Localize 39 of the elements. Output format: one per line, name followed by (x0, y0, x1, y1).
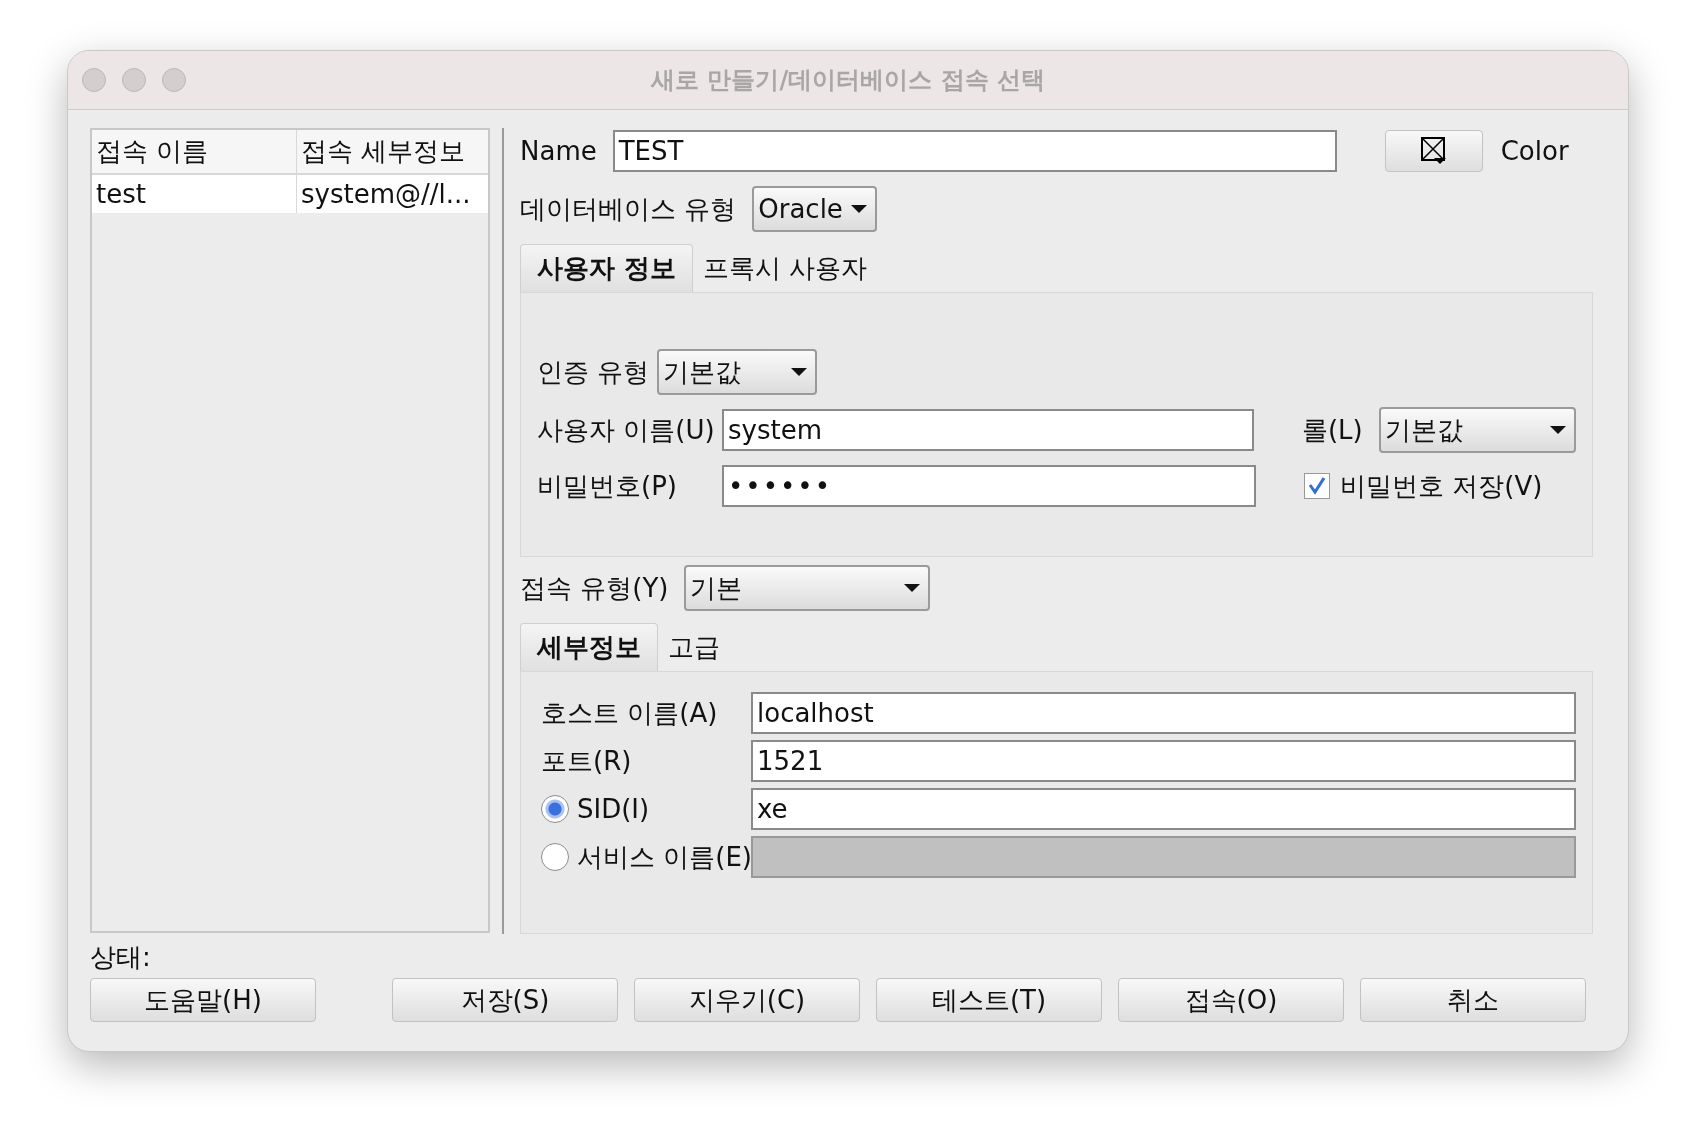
connection-type-dropdown[interactable]: 기본 (684, 565, 931, 612)
role-dropdown[interactable]: 기본값 (1378, 407, 1576, 454)
color-label: Color (1500, 136, 1569, 167)
password-label: 비밀번호(P) (537, 469, 678, 503)
tab[interactable]: 사용자 정보 (520, 244, 694, 293)
database-type-label: 데이터베이스 유형 (520, 192, 737, 226)
username-field[interactable]: system (722, 409, 1254, 452)
dialog-button[interactable]: 접속(O) (1118, 978, 1344, 1022)
table-cell[interactable]: test (92, 175, 297, 213)
dialog-button[interactable]: 테스트(T) (876, 978, 1102, 1022)
username-label: 사용자 이름(U) (537, 413, 716, 447)
tab[interactable]: 고급 (658, 623, 730, 672)
column-header[interactable]: 접속 세부정보 (297, 130, 488, 173)
status-label: 상태: (90, 941, 152, 974)
role-label: 롤(L) (1301, 413, 1363, 447)
name-label: Name (520, 136, 597, 167)
password-field[interactable]: •••••• (722, 465, 1256, 508)
table-cell[interactable]: system@//l... (297, 175, 488, 213)
hostname-label: 호스트 이름(A) (541, 696, 719, 730)
auth-type-dropdown[interactable]: 기본값 (657, 349, 817, 396)
radio-label: SID(I) (577, 794, 650, 825)
hostname-field[interactable]: localhost (751, 692, 1576, 735)
dialog-button[interactable]: 지우기(C) (634, 978, 860, 1022)
tab[interactable]: 프록시 사용자 (693, 244, 878, 293)
window-title: 새로 만들기/데이터베이스 접속 선택 (651, 65, 1045, 96)
connection-type-label: 접속 유형(Y) (520, 571, 669, 605)
column-header[interactable]: 접속 이름 (92, 130, 297, 173)
port-field[interactable]: 1521 (751, 740, 1576, 783)
auth-type-label: 인증 유형 (537, 355, 651, 389)
dialog-button[interactable]: 도움말(H) (90, 978, 316, 1022)
text-field[interactable]: xe (751, 788, 1576, 831)
name-field[interactable]: TEST (612, 130, 1337, 173)
port-label: 포트(R) (541, 744, 633, 778)
dialog-button[interactable]: 취소 (1360, 978, 1586, 1022)
dialog-button[interactable]: 저장(S) (392, 978, 618, 1022)
radio-label: 서비스 이름(E) (577, 840, 752, 874)
tab[interactable]: 세부정보 (520, 623, 658, 672)
save-password-label: 비밀번호 저장(V) (1340, 469, 1543, 503)
database-type-dropdown[interactable]: Oracle (752, 186, 877, 233)
